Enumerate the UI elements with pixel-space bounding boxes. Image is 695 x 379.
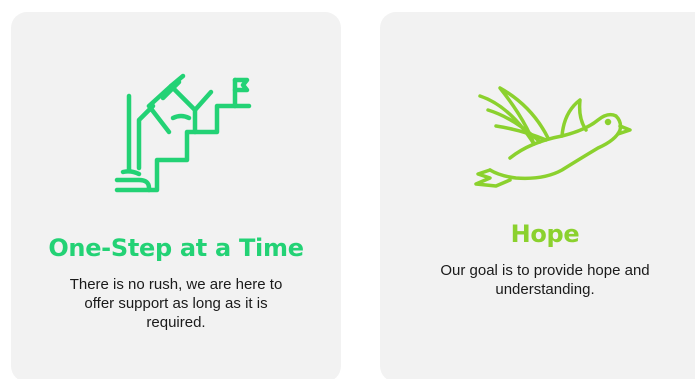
card-title: One-Step at a Time — [48, 234, 304, 262]
card-description: Our goal is to provide hope and understa… — [440, 262, 650, 298]
card-title: Hope — [510, 220, 580, 248]
stairs-steps-flag-icon — [114, 73, 252, 193]
features-section: One-Step at a Time There is no rush, we … — [0, 0, 695, 379]
feature-card-one-step: One-Step at a Time There is no rush, we … — [11, 12, 341, 379]
dove-icon — [474, 86, 632, 188]
feature-card-hope: Hope Our goal is to provide hope and und… — [380, 12, 695, 379]
card-description: There is no rush, we are here to offer s… — [69, 276, 283, 331]
